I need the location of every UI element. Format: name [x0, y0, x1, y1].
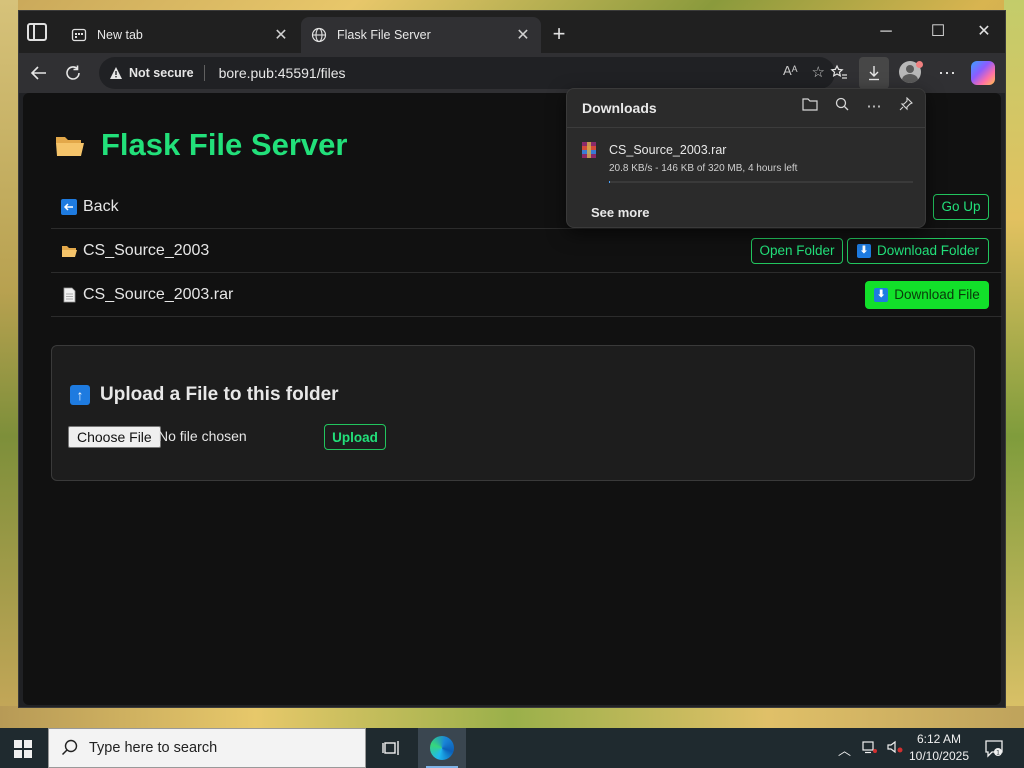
download-progress-bar — [609, 181, 913, 183]
pin-icon[interactable] — [897, 96, 915, 115]
windows-start-icon[interactable] — [14, 740, 32, 758]
tab-flask-file-server[interactable]: Flask File Server ✕ — [301, 17, 541, 53]
back-arrow-icon — [61, 198, 77, 215]
edge-icon — [430, 736, 454, 760]
open-folder-icon — [55, 133, 85, 157]
more-options-icon[interactable]: ⋯ — [935, 61, 959, 85]
search-downloads-icon[interactable] — [833, 97, 851, 115]
security-label[interactable]: Not secure — [129, 66, 194, 80]
choose-file-button[interactable]: Choose File — [68, 426, 161, 448]
open-downloads-folder-icon[interactable] — [801, 97, 819, 115]
refresh-icon[interactable] — [61, 61, 85, 85]
upload-header: ↑ Upload a File to this folder — [70, 384, 339, 406]
go-up-button[interactable]: Go Up — [933, 193, 989, 220]
see-more-link[interactable]: See more — [591, 205, 650, 220]
page-header: Flask File Server — [55, 127, 347, 163]
system-clock[interactable]: 6:12 AM 10/10/2025 — [906, 731, 972, 765]
upload-arrow-icon: ↑ — [70, 385, 90, 405]
downloads-actions: ⋯ — [801, 96, 915, 115]
globe-icon — [311, 27, 327, 43]
taskbar-edge-button[interactable] — [418, 728, 466, 768]
copilot-icon[interactable] — [971, 61, 995, 85]
desktop-background-bottom — [0, 706, 1024, 728]
tab-new-tab[interactable]: New tab ✕ — [61, 17, 299, 53]
upload-panel: ↑ Upload a File to this folder Choose Fi… — [51, 345, 975, 481]
download-file-label: Download File — [894, 287, 980, 302]
network-icon[interactable] — [861, 740, 878, 759]
close-window-icon[interactable]: ✕ — [969, 19, 999, 45]
taskbar-search-box[interactable]: Type here to search — [48, 728, 366, 768]
tab-actions-icon[interactable] — [27, 23, 47, 41]
new-tab-button[interactable]: + — [549, 21, 569, 47]
back-link[interactable]: Back — [83, 198, 119, 216]
downloads-divider — [567, 127, 925, 128]
read-aloud-icon[interactable]: Aᴬ — [783, 63, 798, 81]
file-row: CS_Source_2003.rar ⬇ Download File — [51, 273, 1002, 317]
svg-text:1: 1 — [996, 750, 1000, 757]
download-icon: ⬇ — [856, 243, 871, 258]
clock-time: 6:12 AM — [916, 732, 962, 746]
download-folder-label: Download Folder — [876, 243, 980, 258]
address-divider — [203, 65, 205, 81]
download-status: 20.8 KB/s - 146 KB of 320 MB, 4 hours le… — [609, 163, 798, 174]
page-title: Flask File Server — [101, 127, 348, 162]
favorite-star-icon[interactable]: ☆ — [812, 63, 825, 81]
download-icon: ⬇ — [874, 287, 889, 302]
rar-archive-icon — [581, 141, 597, 159]
browser-toolbar: Not secure bore.pub:45591/files Aᴬ ☆ ⋯ — [19, 53, 1005, 93]
address-bar[interactable]: Not secure bore.pub:45591/files Aᴬ ☆ — [99, 57, 835, 89]
address-bar-actions: Aᴬ ☆ — [783, 63, 825, 81]
notifications-icon[interactable]: 1 — [984, 738, 1004, 758]
search-placeholder: Type here to search — [89, 740, 218, 756]
task-view-icon[interactable] — [382, 738, 402, 758]
close-tab-icon[interactable]: ✕ — [273, 25, 289, 45]
system-tray: ︿ — [838, 740, 903, 759]
folder-name[interactable]: CS_Source_2003 — [83, 242, 209, 260]
favorites-icon[interactable] — [827, 61, 851, 85]
folder-row: CS_Source_2003 Open Folder ⬇ Download Fo… — [51, 229, 1002, 273]
tab-title: Flask File Server — [337, 28, 431, 42]
clock-date: 10/10/2025 — [908, 749, 970, 763]
downloads-header: Downloads — [582, 100, 657, 116]
download-progress-fill — [609, 181, 610, 183]
download-file-button[interactable]: ⬇ Download File — [865, 280, 989, 309]
desktop-background-left — [0, 0, 18, 728]
download-folder-button[interactable]: ⬇ Download Folder — [847, 237, 989, 264]
minimize-icon[interactable]: ─ — [871, 19, 901, 45]
document-icon — [61, 287, 77, 303]
downloads-icon[interactable] — [859, 57, 889, 89]
url-text[interactable]: bore.pub:45591/files — [219, 65, 346, 81]
profile-notification-dot — [916, 61, 923, 68]
downloads-more-icon[interactable]: ⋯ — [865, 97, 883, 115]
folder-icon — [61, 243, 77, 259]
file-name[interactable]: CS_Source_2003.rar — [83, 286, 233, 304]
close-tab-icon[interactable]: ✕ — [515, 25, 531, 45]
upload-title: Upload a File to this folder — [100, 384, 339, 405]
taskbar: Type here to search ︿ 6:12 AM 10/10/2025… — [0, 728, 1024, 768]
maximize-icon[interactable]: ☐ — [923, 19, 953, 45]
tab-title: New tab — [97, 28, 143, 42]
download-file-name[interactable]: CS_Source_2003.rar — [609, 143, 726, 157]
back-arrow-icon[interactable] — [27, 61, 51, 85]
no-file-chosen-text: No file chosen — [158, 428, 247, 444]
downloads-flyout: Downloads ⋯ CS_Source_2003.rar 20.8 KB/s… — [566, 88, 926, 228]
show-hidden-icons-chevron-icon[interactable]: ︿ — [838, 740, 851, 759]
search-icon — [61, 739, 78, 756]
upload-button[interactable]: Upload — [324, 424, 386, 450]
volume-muted-icon[interactable] — [887, 740, 903, 759]
new-tab-page-icon — [71, 27, 87, 43]
warning-icon[interactable] — [109, 66, 123, 80]
tab-bar: New tab ✕ Flask File Server ✕ + ─ ☐ ✕ — [19, 11, 1005, 53]
open-folder-button[interactable]: Open Folder — [751, 237, 843, 264]
desktop-background-right — [1004, 0, 1024, 728]
